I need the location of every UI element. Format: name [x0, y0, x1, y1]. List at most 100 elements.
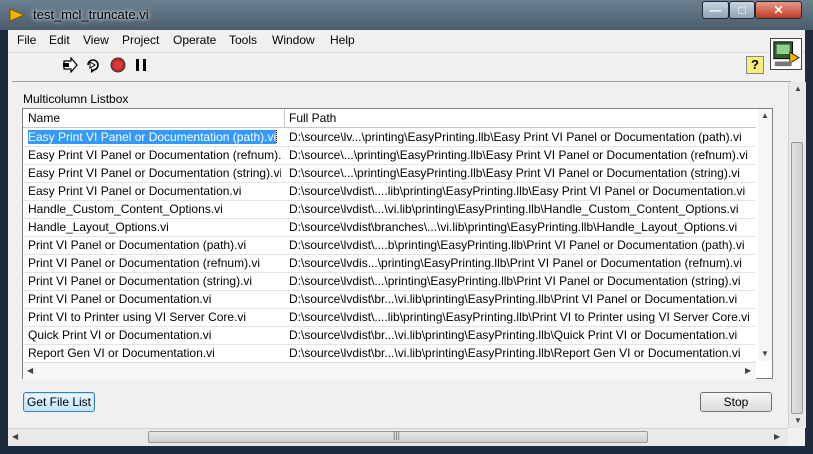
table-row[interactable]: Handle_Layout_Options.vi D:\source\lvdist… [23, 218, 756, 237]
cell-name-text: Quick Print VI or Documentation.vi [28, 328, 212, 342]
window-vertical-scrollbar[interactable]: ▲ ▼ [788, 82, 806, 428]
cell-name-text: Easy Print VI Panel or Documentation (pa… [28, 130, 278, 144]
cell-name: Report Gen VI or Documentation.vi [28, 346, 281, 360]
cell-full-path: D:\source\...\printing\EasyPrinting.llb\… [289, 148, 748, 162]
window-horizontal-scrollbar[interactable]: ◀ ||| ▶ [8, 428, 788, 446]
scrollbar-thumb[interactable] [791, 142, 803, 414]
vi-icon [770, 38, 802, 70]
listbox-label: Multicolumn Listbox [23, 92, 129, 106]
cell-full-path: D:\source\lvdist\....lib\printing\EasyPr… [289, 184, 746, 198]
run-arrow-icon[interactable] [62, 57, 78, 73]
cell-name: Print VI to Printer using VI Server Core… [28, 310, 281, 324]
cell-full-path: D:\source\...\printing\EasyPrinting.llb\… [289, 166, 740, 180]
scroll-left-icon[interactable]: ◀ [27, 366, 33, 375]
cell-name-text: Print VI Panel or Documentation (refnum)… [28, 256, 261, 270]
maximize-button[interactable]: □ [729, 1, 755, 19]
client-area: File Edit View Project Operate Tools Win… [8, 30, 806, 446]
cell-full-path: D:\source\lvdist\...\vi.lib\printing\Eas… [289, 202, 739, 216]
cell-name: Quick Print VI or Documentation.vi [28, 328, 281, 342]
table-row[interactable]: Quick Print VI or Documentation.vi D:\sou… [23, 326, 756, 345]
cell-name-text: Print VI Panel or Documentation (string)… [28, 274, 253, 288]
cell-name: Print VI Panel or Documentation (path).v… [28, 238, 281, 252]
table-row[interactable]: Print VI Panel or Documentation (string)… [23, 272, 756, 291]
menu-bar: File Edit View Project Operate Tools Win… [8, 30, 805, 53]
cell-name-text: Print VI Panel or Documentation.vi [28, 292, 212, 306]
pause-icon[interactable] [133, 57, 149, 73]
window-title: test_mcl_truncate.vi [33, 7, 149, 22]
scrollbar-thumb[interactable]: ||| [148, 430, 648, 443]
context-help-button[interactable]: ? [746, 56, 764, 74]
cell-name-text: Easy Print VI Panel or Documentation (st… [28, 166, 281, 180]
scroll-down-icon[interactable]: ▼ [794, 416, 802, 425]
menu-edit[interactable]: Edit [49, 33, 70, 47]
table-row[interactable]: Print VI Panel or Documentation (refnum)… [23, 254, 756, 273]
scroll-right-icon[interactable]: ▶ [745, 366, 751, 375]
cell-full-path: D:\source\lvdist\br...\vi.lib\printing\E… [289, 328, 738, 342]
scroll-up-icon[interactable]: ▲ [794, 84, 802, 93]
labview-run-icon [9, 8, 25, 22]
abort-execution-icon[interactable] [110, 57, 126, 73]
close-button[interactable]: ✕ [755, 1, 802, 19]
listbox-vertical-scrollbar[interactable]: ▲ ▼ [758, 109, 772, 361]
cell-full-path: D:\source\lvdist\....lib\printing\EasyPr… [289, 310, 750, 324]
table-row[interactable]: Easy Print VI Panel or Documentation.vi D… [23, 182, 756, 201]
maximize-icon: □ [738, 3, 746, 17]
table-row[interactable]: Easy Print VI Panel or Documentation (st… [23, 164, 756, 183]
menu-operate[interactable]: Operate [173, 33, 216, 47]
cell-full-path: D:\source\lvdist\....b\printing\EasyPrin… [289, 238, 745, 252]
multicolumn-listbox[interactable]: Name Full Path Easy Print VI Panel or Do… [22, 108, 773, 379]
column-header-name[interactable]: Name [28, 111, 60, 125]
cell-name: Easy Print VI Panel or Documentation.vi [28, 184, 281, 198]
table-row[interactable]: Handle_Custom_Content_Options.vi D:\sourc… [23, 200, 756, 219]
column-separator[interactable] [284, 109, 285, 127]
cell-full-path: D:\source\lvdist\br...\vi.lib\printing\E… [289, 346, 741, 360]
table-row[interactable]: Easy Print VI Panel or Documentation (re… [23, 146, 756, 165]
menu-file[interactable]: File [17, 33, 36, 47]
title-bar[interactable]: test_mcl_truncate.vi — □ ✕ [0, 0, 813, 30]
listbox-horizontal-scrollbar[interactable]: ◀ ▶ [23, 362, 756, 379]
cell-full-path: D:\source\lv...\printing\EasyPrinting.ll… [289, 130, 742, 144]
table-row[interactable]: Print VI to Printer using VI Server Core… [23, 308, 756, 327]
cell-name: Easy Print VI Panel or Documentation (st… [28, 166, 281, 180]
scroll-left-icon[interactable]: ◀ [12, 432, 18, 441]
table-row[interactable]: Print VI Panel or Documentation (path).v… [23, 236, 756, 255]
cell-name-text: Handle_Custom_Content_Options.vi [28, 202, 223, 216]
listbox-header: Name Full Path [23, 109, 756, 128]
labview-window: test_mcl_truncate.vi — □ ✕ File Edit Vie… [0, 0, 813, 454]
cell-name: Print VI Panel or Documentation (refnum)… [28, 256, 281, 270]
cell-name-text: Easy Print VI Panel or Documentation (re… [28, 148, 281, 162]
cell-name-text: Report Gen VI or Documentation.vi [28, 346, 215, 360]
cell-full-path: D:\source\lvdis...\printing\EasyPrinting… [289, 256, 742, 270]
table-row[interactable]: Print VI Panel or Documentation.vi D:\sou… [23, 290, 756, 309]
menu-help[interactable]: Help [330, 33, 355, 47]
cell-name: Handle_Layout_Options.vi [28, 220, 281, 234]
cell-name: Handle_Custom_Content_Options.vi [28, 202, 281, 216]
cell-full-path: D:\source\lvdist\...\printing\EasyPrinti… [289, 274, 741, 288]
cell-name-text: Print VI to Printer using VI Server Core… [28, 310, 247, 324]
column-header-full-path[interactable]: Full Path [289, 111, 336, 125]
menu-window[interactable]: Window [272, 33, 315, 47]
cell-full-path: D:\source\lvdist\branches\...\vi.lib\pri… [289, 220, 738, 234]
scroll-right-icon[interactable]: ▶ [774, 432, 780, 441]
get-file-list-button[interactable]: Get File List [23, 392, 95, 412]
menu-project[interactable]: Project [122, 33, 159, 47]
stop-button[interactable]: Stop [700, 392, 772, 412]
minimize-button[interactable]: — [702, 1, 729, 19]
minimize-icon: — [709, 3, 722, 17]
close-icon: ✕ [773, 3, 784, 17]
toolbar [8, 53, 805, 77]
grip-icon: ||| [393, 430, 401, 440]
menu-view[interactable]: View [83, 33, 109, 47]
cell-name-text: Easy Print VI Panel or Documentation.vi [28, 184, 242, 198]
cell-name: Easy Print VI Panel or Documentation (re… [28, 148, 281, 162]
table-row[interactable]: Report Gen VI or Documentation.vi D:\sour… [23, 344, 756, 363]
scroll-down-icon[interactable]: ▼ [761, 349, 769, 358]
table-row[interactable]: Easy Print VI Panel or Documentation (pa… [23, 128, 756, 147]
cell-name: Print VI Panel or Documentation (string)… [28, 274, 281, 288]
scroll-up-icon[interactable]: ▲ [761, 111, 769, 120]
cell-name-text: Print VI Panel or Documentation (path).v… [28, 238, 247, 252]
run-continuously-icon[interactable] [85, 57, 101, 73]
cell-name: Print VI Panel or Documentation.vi [28, 292, 281, 306]
cell-name: Easy Print VI Panel or Documentation (pa… [28, 130, 281, 144]
menu-tools[interactable]: Tools [229, 33, 257, 47]
